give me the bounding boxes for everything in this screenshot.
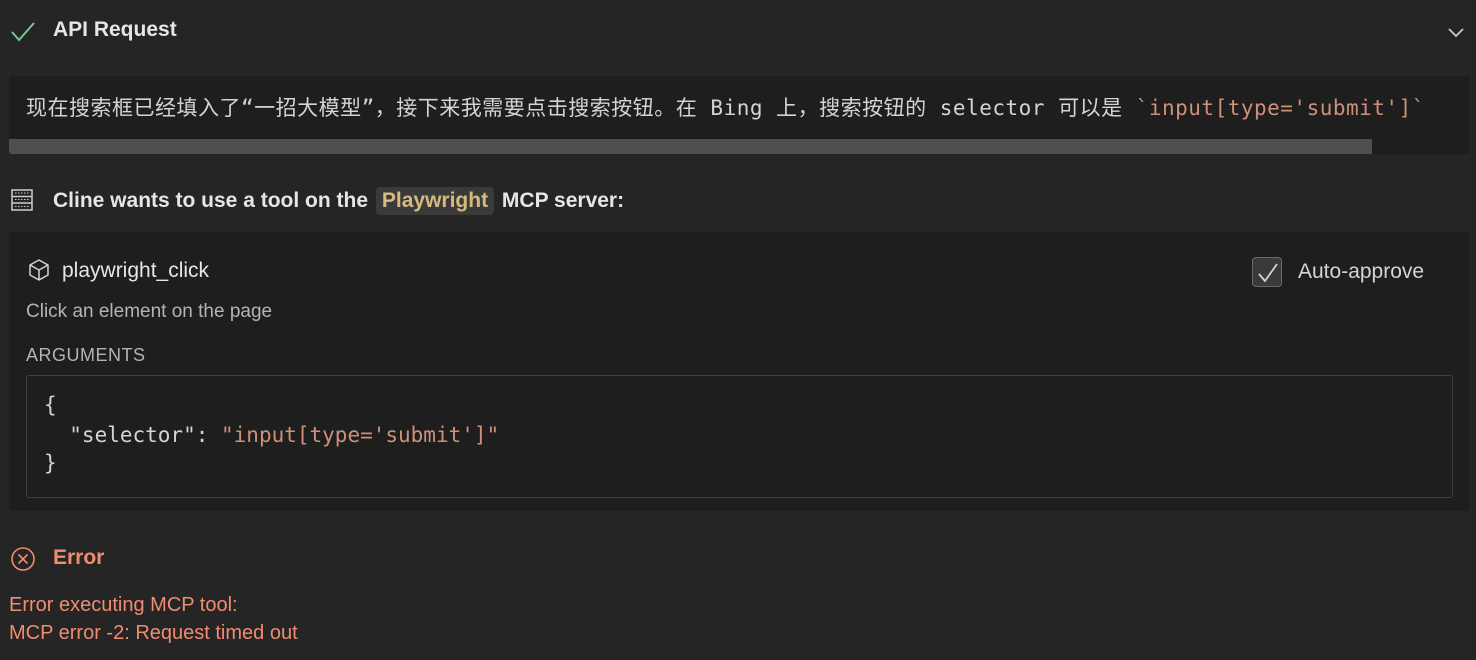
code-line-open: { [44, 393, 57, 417]
thinking-text: 现在搜索框已经填入了“一招大模型”，接下来我需要点击搜索按钮。在 Bing 上，… [26, 92, 1425, 122]
checkmark-icon [1258, 263, 1278, 283]
api-request-title: API Request [53, 18, 177, 41]
error-circle-icon [11, 547, 35, 571]
arguments-code-block: { "selector": "input[type='submit']" } [26, 375, 1453, 498]
tool-description: Click an element on the page [26, 301, 273, 322]
argument-key: "selector": [44, 423, 222, 447]
cube-icon [29, 259, 49, 281]
thinking-text-body: 现在搜索框已经填入了“一招大模型”，接下来我需要点击搜索按钮。在 Bing 上，… [26, 96, 1136, 120]
arguments-label: ARGUMENTS [26, 345, 146, 365]
tool-request-label: Cline wants to use a tool on the Playwri… [53, 187, 624, 215]
code-line-close: } [44, 451, 57, 475]
thinking-block: 现在搜索框已经填入了“一招大模型”，接下来我需要点击搜索按钮。在 Bing 上，… [9, 76, 1470, 154]
error-message: Error executing MCP tool: MCP error -2: … [9, 591, 298, 647]
thinking-inline-code: `input[type='submit']` [1135, 96, 1425, 120]
error-title: Error [53, 546, 105, 569]
error-heading: Error [0, 540, 400, 580]
server-icon [11, 189, 33, 211]
server-name-badge: Playwright [375, 187, 495, 215]
error-line-1: Error executing MCP tool: [9, 594, 238, 616]
tool-card: playwright_click Auto-approve Click an e… [9, 232, 1470, 511]
check-icon [11, 22, 35, 42]
chevron-down-icon[interactable] [1446, 22, 1466, 42]
tool-request-heading: Cline wants to use a tool on the Playwri… [0, 180, 1476, 220]
error-line-2: MCP error -2: Request timed out [9, 622, 298, 644]
tool-name: playwright_click [62, 259, 210, 282]
tool-request-prefix: Cline wants to use a tool on the [53, 189, 369, 212]
code-line-selector: "selector": "input[type='submit']" [44, 423, 499, 447]
tool-request-suffix: MCP server: [501, 189, 625, 212]
horizontal-scrollbar[interactable] [9, 139, 1372, 154]
api-request-header[interactable]: API Request [0, 0, 1476, 64]
auto-approve-checkbox[interactable] [1252, 257, 1282, 287]
argument-value: "input[type='submit']" [221, 423, 500, 447]
auto-approve-label[interactable]: Auto-approve [1298, 260, 1424, 284]
